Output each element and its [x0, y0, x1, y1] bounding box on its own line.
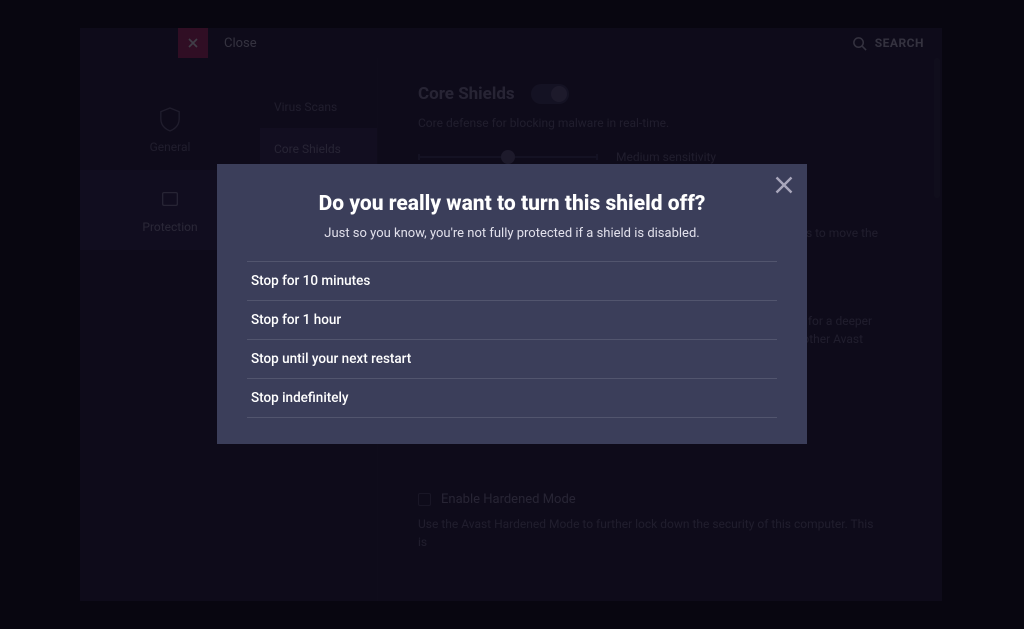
modal-options: Stop for 10 minutes Stop for 1 hour Stop… [247, 261, 777, 418]
option-stop-until-restart[interactable]: Stop until your next restart [247, 340, 777, 379]
option-stop-indefinitely[interactable]: Stop indefinitely [247, 379, 777, 418]
modal-close-button[interactable] [775, 176, 793, 194]
option-stop-1-hour[interactable]: Stop for 1 hour [247, 301, 777, 340]
modal-overlay: Do you really want to turn this shield o… [0, 0, 1024, 629]
modal-subtitle: Just so you know, you're not fully prote… [247, 226, 777, 241]
close-icon [775, 176, 793, 194]
modal-title: Do you really want to turn this shield o… [247, 192, 777, 216]
option-stop-10-minutes[interactable]: Stop for 10 minutes [247, 261, 777, 301]
disable-shield-modal: Do you really want to turn this shield o… [217, 164, 807, 444]
